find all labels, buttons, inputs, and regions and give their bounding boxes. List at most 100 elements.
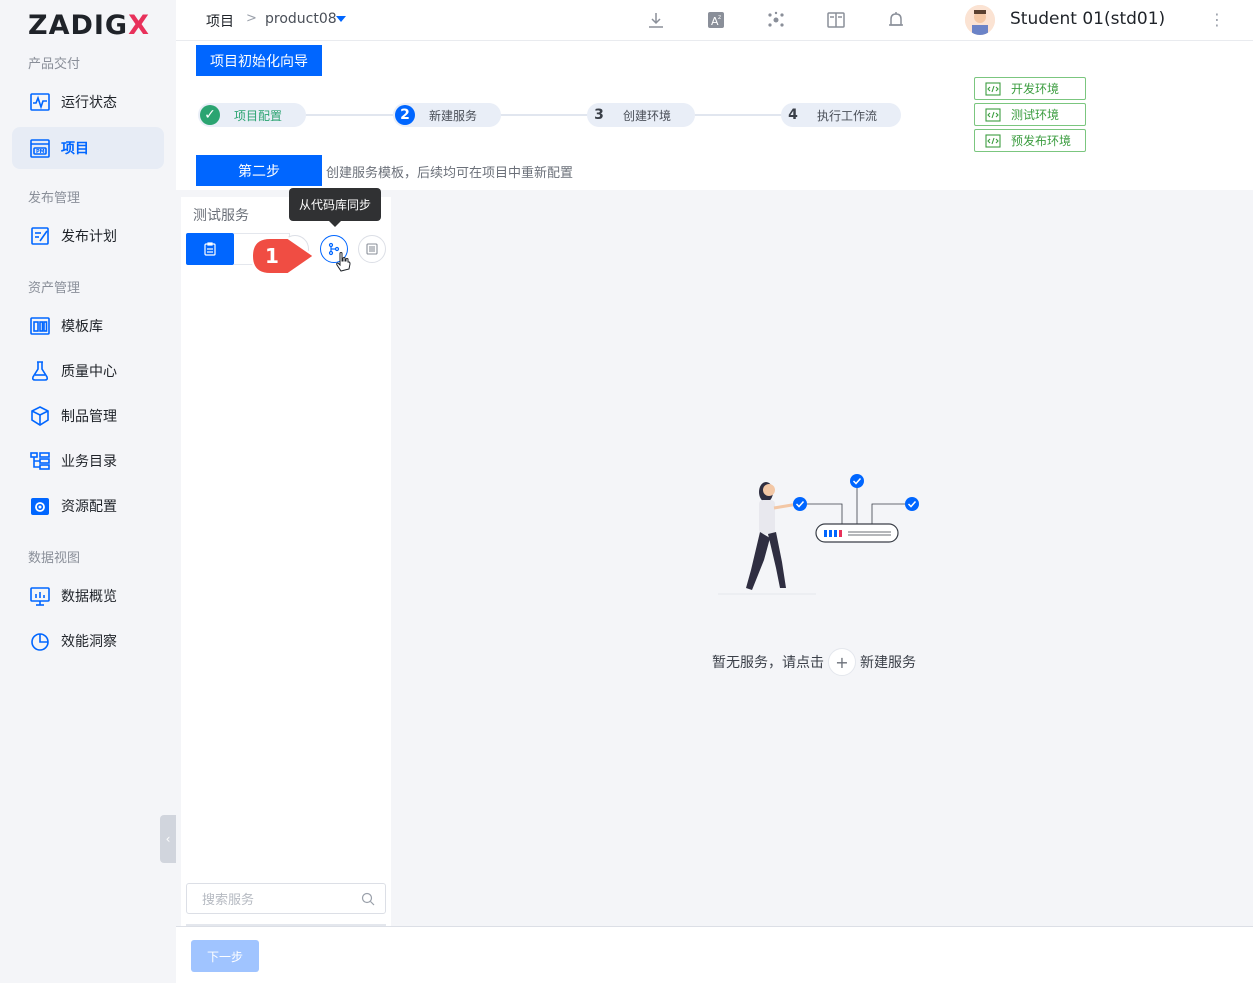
service-panel: 测试服务 搜索服务	[181, 197, 391, 926]
sidebar-item-label: 效能洞察	[61, 634, 117, 650]
sidebar-item-project[interactable]: PM 项目	[12, 127, 164, 169]
wizard-title-button[interactable]: 项目初始化向导	[196, 45, 322, 76]
search-icon	[361, 892, 375, 906]
caret-down-icon[interactable]	[336, 16, 346, 22]
breadcrumb-project[interactable]: product08	[265, 11, 337, 27]
step-create-env: 3 创建环境	[587, 103, 696, 127]
user-name[interactable]: Student 01(std01)	[1010, 9, 1165, 29]
pulse-monitor-icon	[29, 91, 51, 113]
code-file-icon	[985, 81, 1001, 96]
env-tag-staging[interactable]: 预发布环境	[974, 129, 1086, 152]
env-tag-list: 开发环境 测试环境 预发布环境	[974, 77, 1086, 155]
service-panel-title: 测试服务	[193, 208, 249, 224]
step-number: 3	[594, 107, 604, 123]
step-label: 执行工作流	[817, 108, 878, 123]
pie-chart-icon	[29, 630, 51, 652]
book-icon[interactable]	[826, 10, 846, 30]
sidebar-item-data-overview[interactable]: 数据概览	[12, 575, 164, 617]
sidebar-item-performance-insight[interactable]: 效能洞察	[12, 620, 164, 662]
directory-tree-icon	[29, 450, 51, 472]
sidebar-item-label: 数据概览	[61, 589, 117, 605]
sidebar-item-business-catalog[interactable]: 业务目录	[12, 440, 164, 482]
step-label: 新建服务	[429, 108, 478, 123]
sidebar-group-release: 发布管理	[28, 191, 81, 206]
current-step-label: 第二步	[196, 155, 322, 186]
service-search-input[interactable]: 搜索服务	[186, 883, 386, 914]
cluster-icon[interactable]	[766, 10, 786, 30]
clipboard-icon	[204, 242, 216, 256]
app-root: ZADIGX 产品交付 运行状态 PM 项目 发布管理 发布计划 资产管理 模板…	[0, 0, 1253, 983]
step-label: 创建环境	[623, 108, 672, 123]
chevron-left-icon: ‹	[165, 832, 171, 846]
empty-state-text-after: 新建服务	[860, 655, 916, 671]
sidebar-item-artifact-management[interactable]: 制品管理	[12, 395, 164, 437]
empty-state-message: 暂无服务，请点击 + 新建服务	[712, 648, 916, 676]
step-number: 4	[788, 107, 798, 123]
sidebar-item-template-library[interactable]: 模板库	[12, 305, 164, 347]
sidebar-item-label: 发布计划	[61, 229, 117, 245]
step-new-service: 2 新建服务	[393, 103, 502, 127]
env-tag-label: 测试环境	[1011, 108, 1060, 122]
hand-pointer-icon	[336, 252, 351, 272]
sidebar-item-run-status[interactable]: 运行状态	[12, 81, 164, 123]
step-label: 项目配置	[234, 108, 283, 123]
sidebar-group-product-delivery: 产品交付	[28, 57, 81, 72]
breadcrumb-root[interactable]: 项目	[206, 11, 234, 31]
template-service-button[interactable]	[358, 235, 386, 263]
sidebar-item-label: 质量中心	[61, 364, 117, 380]
sidebar-collapse-handle[interactable]: ‹	[160, 815, 176, 863]
sidebar-item-resource-config[interactable]: 资源配置	[12, 485, 164, 527]
sidebar-item-quality-center[interactable]: 质量中心	[12, 350, 164, 392]
top-header: 项目 > product08 Az Student 01(std01) ⋮	[176, 0, 1253, 41]
step-project-config: ✓ 项目配置	[198, 103, 307, 127]
svg-text:PM: PM	[36, 149, 45, 155]
step-callout-marker: 1	[250, 237, 316, 275]
avatar[interactable]	[965, 5, 995, 35]
empty-state-text-before: 暂无服务，请点击	[712, 655, 824, 671]
tooltip: 从代码库同步	[289, 188, 381, 227]
env-tag-test[interactable]: 测试环境	[974, 103, 1086, 126]
wizard-footer: 下一步	[176, 926, 1253, 983]
sidebar-item-label: 模板库	[61, 319, 103, 335]
check-circle-icon: ✓	[200, 105, 220, 125]
template-grid-icon	[29, 315, 51, 337]
template-icon	[366, 243, 378, 255]
sidebar-item-label: 项目	[61, 141, 89, 157]
bell-icon[interactable]	[886, 10, 906, 30]
sidebar: ZADIGX 产品交付 运行状态 PM 项目 发布管理 发布计划 资产管理 模板…	[0, 0, 176, 983]
wizard-steps: ✓ 项目配置 2 新建服务 3 创建环境 4 执行工作流	[196, 101, 916, 129]
code-file-icon	[985, 133, 1001, 148]
dashboard-chart-icon	[29, 585, 51, 607]
download-icon[interactable]	[646, 10, 666, 30]
sidebar-item-release-plan[interactable]: 发布计划	[12, 215, 164, 257]
search-placeholder: 搜索服务	[202, 893, 255, 908]
callout-number: 1	[265, 244, 279, 268]
step-number: 2	[395, 105, 415, 125]
env-tag-label: 预发布环境	[1011, 134, 1072, 148]
logo[interactable]: ZADIGX	[28, 10, 150, 41]
sidebar-item-label: 业务目录	[61, 454, 117, 470]
flask-icon	[29, 360, 51, 382]
new-service-button[interactable]	[186, 233, 234, 265]
breadcrumb-separator: >	[246, 11, 257, 26]
translate-icon[interactable]: Az	[706, 10, 726, 30]
sidebar-group-data-view: 数据视图	[28, 551, 81, 566]
pm-project-icon: PM	[29, 137, 51, 159]
gear-box-icon	[29, 495, 51, 517]
sidebar-item-label: 资源配置	[61, 499, 117, 515]
env-tag-dev[interactable]: 开发环境	[974, 77, 1086, 100]
more-menu-icon[interactable]: ⋮	[1209, 11, 1225, 29]
svg-text:z: z	[718, 14, 721, 21]
edit-plan-icon	[29, 225, 51, 247]
plus-icon[interactable]: +	[828, 648, 856, 676]
step-run-workflow: 4 执行工作流	[781, 103, 902, 127]
sidebar-item-label: 制品管理	[61, 409, 117, 425]
env-tag-label: 开发环境	[1011, 82, 1060, 96]
sidebar-item-label: 运行状态	[61, 95, 117, 111]
sidebar-group-assets: 资产管理	[28, 281, 81, 296]
code-file-icon	[985, 107, 1001, 122]
package-box-icon	[29, 405, 51, 427]
current-step-description: 创建服务模板，后续均可在项目中重新配置	[326, 166, 574, 181]
empty-services-illustration	[718, 474, 919, 595]
next-step-button[interactable]: 下一步	[191, 940, 259, 972]
